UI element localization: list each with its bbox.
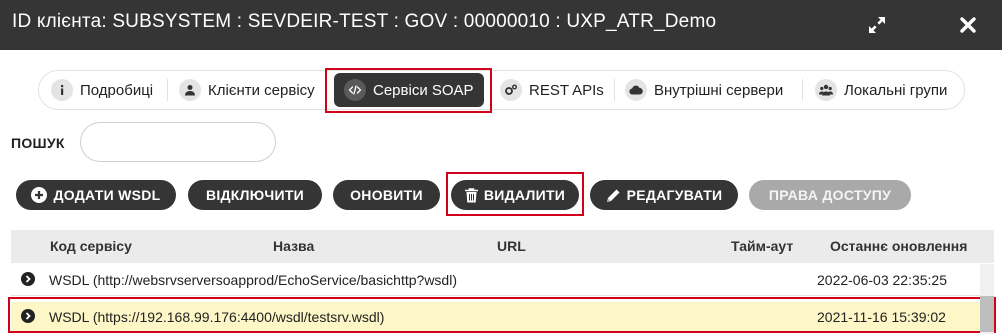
add-wsdl-button[interactable]: ДОДАТИ WSDL bbox=[16, 180, 176, 210]
edit-label: РЕДАГУВАТИ bbox=[626, 187, 723, 203]
tab-local-groups[interactable]: Локальні групи bbox=[815, 71, 947, 109]
tab-divider bbox=[802, 79, 803, 101]
tab-bar: Подробиці Клієнти сервісу Сервіси SOAP R… bbox=[38, 70, 965, 110]
tab-service-clients[interactable]: Клієнти сервісу bbox=[179, 71, 315, 109]
search-input[interactable] bbox=[80, 122, 276, 162]
chevron-right-icon[interactable] bbox=[21, 272, 35, 286]
pencil-icon bbox=[606, 188, 621, 203]
highlight-box-soap-tab bbox=[325, 68, 492, 113]
dialog-titlebar: ID клієнта: SUBSYSTEM : SEVDEIR-TEST : G… bbox=[0, 0, 1002, 50]
highlight-box-delete-button bbox=[446, 172, 584, 216]
tab-label: Клієнти сервісу bbox=[208, 81, 315, 99]
access-rights-label: ПРАВА ДОСТУПУ bbox=[768, 187, 892, 203]
column-header-name[interactable]: Назва bbox=[273, 238, 314, 254]
tab-label: Локальні групи bbox=[844, 81, 948, 99]
expand-icon[interactable] bbox=[862, 10, 892, 40]
access-rights-button[interactable]: ПРАВА ДОСТУПУ bbox=[749, 180, 911, 210]
info-icon bbox=[51, 79, 73, 101]
plus-circle-icon bbox=[31, 187, 48, 203]
refresh-label: ОНОВИТИ bbox=[350, 187, 423, 203]
close-icon[interactable] bbox=[953, 10, 983, 40]
column-header-timeout[interactable]: Тайм-аут bbox=[731, 238, 793, 254]
table-row[interactable]: WSDL (http://websrvserversoapprod/EchoSe… bbox=[11, 265, 980, 295]
user-icon bbox=[179, 79, 201, 101]
cloud-icon bbox=[625, 79, 647, 101]
tab-label: Внутрішні сервери bbox=[654, 81, 784, 99]
table-header: Код сервісу Назва URL Тайм-аут Останнє о… bbox=[11, 230, 994, 263]
wsdl-description: WSDL (http://websrvserversoapprod/EchoSe… bbox=[49, 272, 457, 288]
column-header-url[interactable]: URL bbox=[497, 238, 526, 254]
tab-divider bbox=[614, 79, 615, 101]
tab-rest-apis[interactable]: REST APIs bbox=[500, 71, 604, 109]
dialog-title: ID клієнта: SUBSYSTEM : SEVDEIR-TEST : G… bbox=[12, 11, 717, 32]
add-wsdl-label: ДОДАТИ WSDL bbox=[53, 187, 161, 203]
tab-internal-servers[interactable]: Внутрішні сервери bbox=[625, 71, 783, 109]
table-scrollbar-thumb[interactable] bbox=[980, 296, 994, 332]
cogs-icon bbox=[500, 79, 522, 101]
users-icon bbox=[815, 79, 837, 101]
tab-details[interactable]: Подробиці bbox=[51, 71, 153, 109]
refresh-button[interactable]: ОНОВИТИ bbox=[333, 180, 440, 210]
last-refresh-value: 2022-06-03 22:35:25 bbox=[817, 272, 947, 288]
tab-label: Подробиці bbox=[80, 81, 154, 99]
search-label: ПОШУК bbox=[11, 135, 65, 151]
tab-label: REST APIs bbox=[529, 81, 604, 99]
tab-divider bbox=[167, 79, 168, 101]
column-header-service-code[interactable]: Код сервісу bbox=[50, 238, 132, 254]
highlight-box-selected-row bbox=[8, 297, 996, 333]
disable-button[interactable]: ВІДКЛЮЧИТИ bbox=[188, 180, 322, 210]
column-header-last-refresh[interactable]: Останнє оновлення bbox=[830, 238, 967, 254]
edit-button[interactable]: РЕДАГУВАТИ bbox=[590, 180, 738, 210]
disable-label: ВІДКЛЮЧИТИ bbox=[205, 187, 305, 203]
row-divider bbox=[11, 295, 980, 296]
